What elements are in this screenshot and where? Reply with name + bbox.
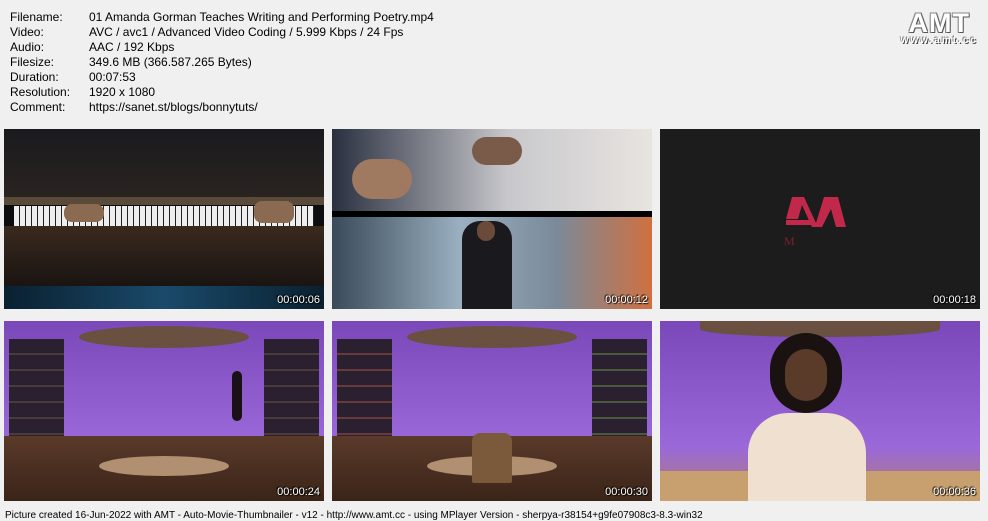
info-row-video: Video: AVC / avc1 / Advanced Video Codin… (10, 25, 434, 40)
info-row-duration: Duration: 00:07:53 (10, 70, 434, 85)
info-value: AAC / 192 Kbps (89, 40, 175, 54)
bookshelf-left (337, 339, 392, 449)
ceiling-ring (700, 321, 940, 337)
info-key: Resolution: (10, 85, 71, 99)
timestamp: 00:00:12 (605, 294, 648, 306)
thumbnail-6[interactable]: 00:00:36 (660, 321, 980, 501)
thumbnail-1[interactable]: 00:00:06 (4, 129, 324, 309)
right-hand (254, 201, 294, 223)
timestamp: 00:00:36 (933, 486, 976, 498)
timestamp: 00:00:24 (277, 486, 320, 498)
info-key: Comment: (10, 100, 66, 114)
logo-url: www.amt.cc (900, 35, 978, 46)
floor-light (4, 286, 324, 309)
footer-credit: Picture created 16-Jun-2022 with AMT - A… (5, 510, 703, 521)
thumbnail-4[interactable]: 00:00:24 (4, 321, 324, 501)
ceiling-ring (407, 326, 577, 348)
info-row-filename: Filename: 01 Amanda Gorman Teaches Writi… (10, 10, 434, 25)
chair (472, 433, 512, 483)
floor-rug (99, 456, 229, 476)
info-row-resolution: Resolution: 1920 x 1080 (10, 85, 434, 100)
thumbnail-3[interactable]: M 00:00:18 (660, 129, 980, 309)
masterclass-logo-icon: M (784, 197, 846, 247)
ceiling-ring (79, 326, 249, 348)
info-row-filesize: Filesize: 349.6 MB (366.587.265 Bytes) (10, 55, 434, 70)
bookshelf-right (592, 339, 647, 449)
face (785, 349, 827, 401)
svg-text:M: M (784, 234, 795, 247)
timestamp: 00:00:30 (605, 486, 648, 498)
person-silhouette (232, 371, 242, 421)
info-key: Video: (10, 25, 44, 39)
file-info: Filename: 01 Amanda Gorman Teaches Writi… (10, 10, 434, 115)
info-key: Duration: (10, 70, 59, 84)
bookshelf-left (9, 339, 64, 449)
info-row-comment: Comment: https://sanet.st/blogs/bonnytut… (10, 100, 434, 115)
info-value: https://sanet.st/blogs/bonnytuts/ (89, 100, 258, 114)
info-value: 349.6 MB (366.587.265 Bytes) (89, 55, 252, 69)
info-value: 1920 x 1080 (89, 85, 156, 99)
info-value: 00:07:53 (89, 70, 136, 84)
person-head (477, 221, 495, 241)
dress (748, 413, 866, 501)
piano-lid (4, 129, 324, 199)
info-key: Filename: (10, 10, 63, 24)
hand-shape-2 (472, 137, 522, 165)
info-value: AVC / avc1 / Advanced Video Coding / 5.9… (89, 25, 404, 39)
info-value: 01 Amanda Gorman Teaches Writing and Per… (89, 10, 434, 24)
thumbnail-5[interactable]: 00:00:30 (332, 321, 652, 501)
timestamp: 00:00:06 (277, 294, 320, 306)
hand-shape (352, 159, 412, 199)
bookshelf-right (264, 339, 319, 449)
timestamp: 00:00:18 (933, 294, 976, 306)
amt-logo: AMT www.amt.cc (901, 8, 978, 46)
info-key: Filesize: (10, 55, 55, 69)
info-key: Audio: (10, 40, 45, 54)
thumbnail-2[interactable]: 00:00:12 (332, 129, 652, 309)
left-hand (64, 204, 104, 222)
piano-body (4, 226, 324, 286)
info-row-audio: Audio: AAC / 192 Kbps (10, 40, 434, 55)
